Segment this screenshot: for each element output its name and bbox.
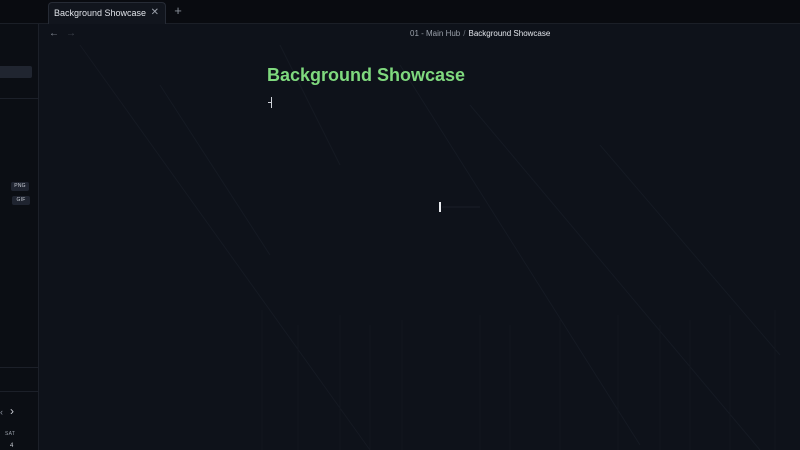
- mouse-text-cursor: [439, 202, 441, 212]
- calendar-prev-icon[interactable]: ‹: [0, 407, 3, 417]
- editor-text-caret[interactable]: [267, 96, 275, 109]
- png-badge[interactable]: PNG: [11, 182, 29, 191]
- page-title[interactable]: Background Showcase: [267, 65, 465, 86]
- sidebar-divider: [0, 367, 39, 368]
- breadcrumb: 01 - Main Hub / Background Showcase: [410, 29, 550, 38]
- sidebar-divider: [0, 391, 39, 392]
- background-decoration: [79, 44, 781, 450]
- forward-arrow-icon[interactable]: →: [66, 28, 76, 39]
- app-window: Background Showcase ✕ + PNG GIF ‹ › SAT …: [0, 0, 800, 450]
- editor-pane[interactable]: ← → 01 - Main Hub / Background Showcase Ba…: [40, 25, 800, 450]
- calendar-next-icon[interactable]: ›: [10, 404, 14, 418]
- tab-bar: Background Showcase ✕ +: [0, 0, 800, 24]
- gif-badge[interactable]: GIF: [12, 196, 30, 205]
- back-arrow-icon[interactable]: ←: [49, 28, 59, 39]
- breadcrumb-current[interactable]: Background Showcase: [468, 29, 550, 38]
- new-tab-button[interactable]: +: [171, 2, 185, 20]
- calendar-date[interactable]: 4: [10, 443, 13, 449]
- sidebar-selected-item[interactable]: [0, 66, 32, 78]
- tab-label: Background Showcase: [54, 8, 147, 18]
- close-icon[interactable]: ✕: [151, 3, 159, 23]
- left-sidebar: PNG GIF ‹ › SAT 4: [0, 24, 39, 450]
- breadcrumb-separator: /: [463, 29, 466, 38]
- tab-background-showcase[interactable]: Background Showcase ✕: [48, 2, 166, 24]
- breadcrumb-parent[interactable]: 01 - Main Hub: [410, 29, 460, 38]
- sidebar-divider: [0, 98, 39, 99]
- calendar-day-label: SAT: [5, 431, 16, 437]
